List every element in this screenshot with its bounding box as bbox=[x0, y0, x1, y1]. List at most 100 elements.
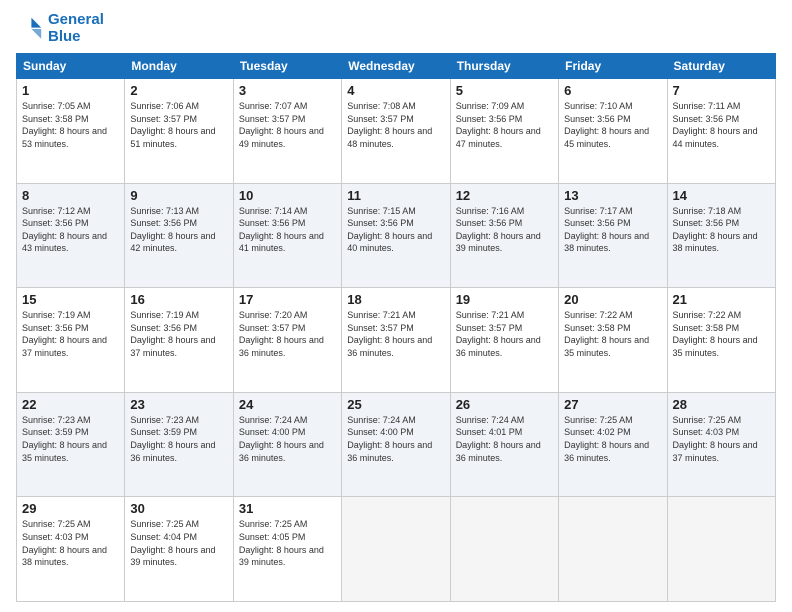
calendar-cell: 27Sunrise: 7:25 AMSunset: 4:02 PMDayligh… bbox=[559, 392, 667, 497]
day-info: Sunrise: 7:14 AMSunset: 3:56 PMDaylight:… bbox=[239, 205, 336, 255]
day-number: 29 bbox=[22, 501, 119, 516]
day-number: 1 bbox=[22, 83, 119, 98]
day-info: Sunrise: 7:06 AMSunset: 3:57 PMDaylight:… bbox=[130, 100, 227, 150]
day-number: 4 bbox=[347, 83, 444, 98]
col-header-tuesday: Tuesday bbox=[233, 54, 341, 79]
col-header-sunday: Sunday bbox=[17, 54, 125, 79]
calendar-header-row: SundayMondayTuesdayWednesdayThursdayFrid… bbox=[17, 54, 776, 79]
day-number: 5 bbox=[456, 83, 553, 98]
calendar-cell: 1 Sunrise: 7:05 AMSunset: 3:58 PMDaylight… bbox=[17, 79, 125, 184]
day-info: Sunrise: 7:17 AMSunset: 3:56 PMDaylight:… bbox=[564, 205, 661, 255]
day-info: Sunrise: 7:05 AMSunset: 3:58 PMDaylight:… bbox=[22, 100, 119, 150]
calendar-cell bbox=[450, 497, 558, 602]
day-number: 15 bbox=[22, 292, 119, 307]
calendar-cell: 11 Sunrise: 7:15 AMSunset: 3:56 PMDayligh… bbox=[342, 183, 450, 288]
calendar-cell: 15 Sunrise: 7:19 AMSunset: 3:56 PMDayligh… bbox=[17, 288, 125, 393]
calendar-cell: 29 Sunrise: 7:25 AMSunset: 4:03 PMDayligh… bbox=[17, 497, 125, 602]
day-info: Sunrise: 7:23 AMSunset: 3:59 PMDaylight:… bbox=[130, 414, 227, 464]
day-number: 22 bbox=[22, 397, 119, 412]
week-row-3: 15 Sunrise: 7:19 AMSunset: 3:56 PMDayligh… bbox=[17, 288, 776, 393]
calendar-cell: 10Sunrise: 7:14 AMSunset: 3:56 PMDayligh… bbox=[233, 183, 341, 288]
day-info: Sunrise: 7:16 AMSunset: 3:56 PMDaylight:… bbox=[456, 205, 553, 255]
calendar-cell: 12 Sunrise: 7:16 AMSunset: 3:56 PMDayligh… bbox=[450, 183, 558, 288]
day-info: Sunrise: 7:19 AMSunset: 3:56 PMDaylight:… bbox=[22, 309, 119, 359]
day-number: 31 bbox=[239, 501, 336, 516]
day-info: Sunrise: 7:21 AMSunset: 3:57 PMDaylight:… bbox=[456, 309, 553, 359]
day-info: Sunrise: 7:21 AMSunset: 3:57 PMDaylight:… bbox=[347, 309, 444, 359]
day-info: Sunrise: 7:22 AMSunset: 3:58 PMDaylight:… bbox=[673, 309, 770, 359]
day-info: Sunrise: 7:10 AMSunset: 3:56 PMDaylight:… bbox=[564, 100, 661, 150]
day-number: 17 bbox=[239, 292, 336, 307]
calendar-table: SundayMondayTuesdayWednesdayThursdayFrid… bbox=[16, 53, 776, 602]
day-number: 18 bbox=[347, 292, 444, 307]
calendar-cell: 22 Sunrise: 7:23 AMSunset: 3:59 PMDayligh… bbox=[17, 392, 125, 497]
day-info: Sunrise: 7:24 AMSunset: 4:00 PMDaylight:… bbox=[347, 414, 444, 464]
col-header-friday: Friday bbox=[559, 54, 667, 79]
day-info: Sunrise: 7:23 AMSunset: 3:59 PMDaylight:… bbox=[22, 414, 119, 464]
calendar-cell: 6 Sunrise: 7:10 AMSunset: 3:56 PMDaylight… bbox=[559, 79, 667, 184]
calendar-cell: 17 Sunrise: 7:20 AMSunset: 3:57 PMDayligh… bbox=[233, 288, 341, 393]
col-header-saturday: Saturday bbox=[667, 54, 775, 79]
week-row-5: 29 Sunrise: 7:25 AMSunset: 4:03 PMDayligh… bbox=[17, 497, 776, 602]
day-number: 2 bbox=[130, 83, 227, 98]
day-number: 30 bbox=[130, 501, 227, 516]
col-header-monday: Monday bbox=[125, 54, 233, 79]
page: General Blue SundayMondayTuesdayWednesda… bbox=[0, 0, 792, 612]
col-header-wednesday: Wednesday bbox=[342, 54, 450, 79]
day-info: Sunrise: 7:25 AMSunset: 4:03 PMDaylight:… bbox=[673, 414, 770, 464]
day-info: Sunrise: 7:08 AMSunset: 3:57 PMDaylight:… bbox=[347, 100, 444, 150]
day-info: Sunrise: 7:22 AMSunset: 3:58 PMDaylight:… bbox=[564, 309, 661, 359]
day-number: 11 bbox=[347, 188, 444, 203]
day-info: Sunrise: 7:15 AMSunset: 3:56 PMDaylight:… bbox=[347, 205, 444, 255]
calendar-cell: 13 Sunrise: 7:17 AMSunset: 3:56 PMDayligh… bbox=[559, 183, 667, 288]
week-row-2: 8Sunrise: 7:12 AMSunset: 3:56 PMDaylight… bbox=[17, 183, 776, 288]
day-info: Sunrise: 7:25 AMSunset: 4:05 PMDaylight:… bbox=[239, 518, 336, 568]
day-number: 13 bbox=[564, 188, 661, 203]
day-number: 24 bbox=[239, 397, 336, 412]
day-number: 19 bbox=[456, 292, 553, 307]
day-info: Sunrise: 7:13 AMSunset: 3:56 PMDaylight:… bbox=[130, 205, 227, 255]
calendar-cell: 18 Sunrise: 7:21 AMSunset: 3:57 PMDayligh… bbox=[342, 288, 450, 393]
calendar-cell: 20Sunrise: 7:22 AMSunset: 3:58 PMDayligh… bbox=[559, 288, 667, 393]
week-row-4: 22 Sunrise: 7:23 AMSunset: 3:59 PMDayligh… bbox=[17, 392, 776, 497]
day-info: Sunrise: 7:18 AMSunset: 3:56 PMDaylight:… bbox=[673, 205, 770, 255]
calendar-cell: 26Sunrise: 7:24 AMSunset: 4:01 PMDayligh… bbox=[450, 392, 558, 497]
day-number: 6 bbox=[564, 83, 661, 98]
logo-icon bbox=[16, 15, 44, 43]
calendar-cell bbox=[342, 497, 450, 602]
day-number: 23 bbox=[130, 397, 227, 412]
day-info: Sunrise: 7:25 AMSunset: 4:03 PMDaylight:… bbox=[22, 518, 119, 568]
day-info: Sunrise: 7:07 AMSunset: 3:57 PMDaylight:… bbox=[239, 100, 336, 150]
day-number: 3 bbox=[239, 83, 336, 98]
calendar-cell bbox=[667, 497, 775, 602]
calendar-cell: 9Sunrise: 7:13 AMSunset: 3:56 PMDaylight… bbox=[125, 183, 233, 288]
calendar-cell: 31 Sunrise: 7:25 AMSunset: 4:05 PMDayligh… bbox=[233, 497, 341, 602]
day-info: Sunrise: 7:19 AMSunset: 3:56 PMDaylight:… bbox=[130, 309, 227, 359]
day-info: Sunrise: 7:24 AMSunset: 4:01 PMDaylight:… bbox=[456, 414, 553, 464]
calendar-cell: 25 Sunrise: 7:24 AMSunset: 4:00 PMDayligh… bbox=[342, 392, 450, 497]
day-info: Sunrise: 7:24 AMSunset: 4:00 PMDaylight:… bbox=[239, 414, 336, 464]
logo-text: General Blue bbox=[48, 12, 104, 45]
calendar-cell: 5 Sunrise: 7:09 AMSunset: 3:56 PMDaylight… bbox=[450, 79, 558, 184]
week-row-1: 1 Sunrise: 7:05 AMSunset: 3:58 PMDaylight… bbox=[17, 79, 776, 184]
day-info: Sunrise: 7:09 AMSunset: 3:56 PMDaylight:… bbox=[456, 100, 553, 150]
day-info: Sunrise: 7:25 AMSunset: 4:04 PMDaylight:… bbox=[130, 518, 227, 568]
day-info: Sunrise: 7:12 AMSunset: 3:56 PMDaylight:… bbox=[22, 205, 119, 255]
calendar-cell: 4 Sunrise: 7:08 AMSunset: 3:57 PMDaylight… bbox=[342, 79, 450, 184]
calendar-cell: 2 Sunrise: 7:06 AMSunset: 3:57 PMDaylight… bbox=[125, 79, 233, 184]
calendar-cell: 28Sunrise: 7:25 AMSunset: 4:03 PMDayligh… bbox=[667, 392, 775, 497]
calendar-cell: 19 Sunrise: 7:21 AMSunset: 3:57 PMDayligh… bbox=[450, 288, 558, 393]
calendar-cell: 21 Sunrise: 7:22 AMSunset: 3:58 PMDayligh… bbox=[667, 288, 775, 393]
col-header-thursday: Thursday bbox=[450, 54, 558, 79]
day-number: 21 bbox=[673, 292, 770, 307]
calendar-cell bbox=[559, 497, 667, 602]
day-info: Sunrise: 7:20 AMSunset: 3:57 PMDaylight:… bbox=[239, 309, 336, 359]
day-number: 7 bbox=[673, 83, 770, 98]
calendar-cell: 24 Sunrise: 7:24 AMSunset: 4:00 PMDayligh… bbox=[233, 392, 341, 497]
day-info: Sunrise: 7:25 AMSunset: 4:02 PMDaylight:… bbox=[564, 414, 661, 464]
logo: General Blue bbox=[16, 12, 104, 45]
day-number: 25 bbox=[347, 397, 444, 412]
day-number: 12 bbox=[456, 188, 553, 203]
calendar-cell: 16Sunrise: 7:19 AMSunset: 3:56 PMDayligh… bbox=[125, 288, 233, 393]
calendar-cell: 8Sunrise: 7:12 AMSunset: 3:56 PMDaylight… bbox=[17, 183, 125, 288]
